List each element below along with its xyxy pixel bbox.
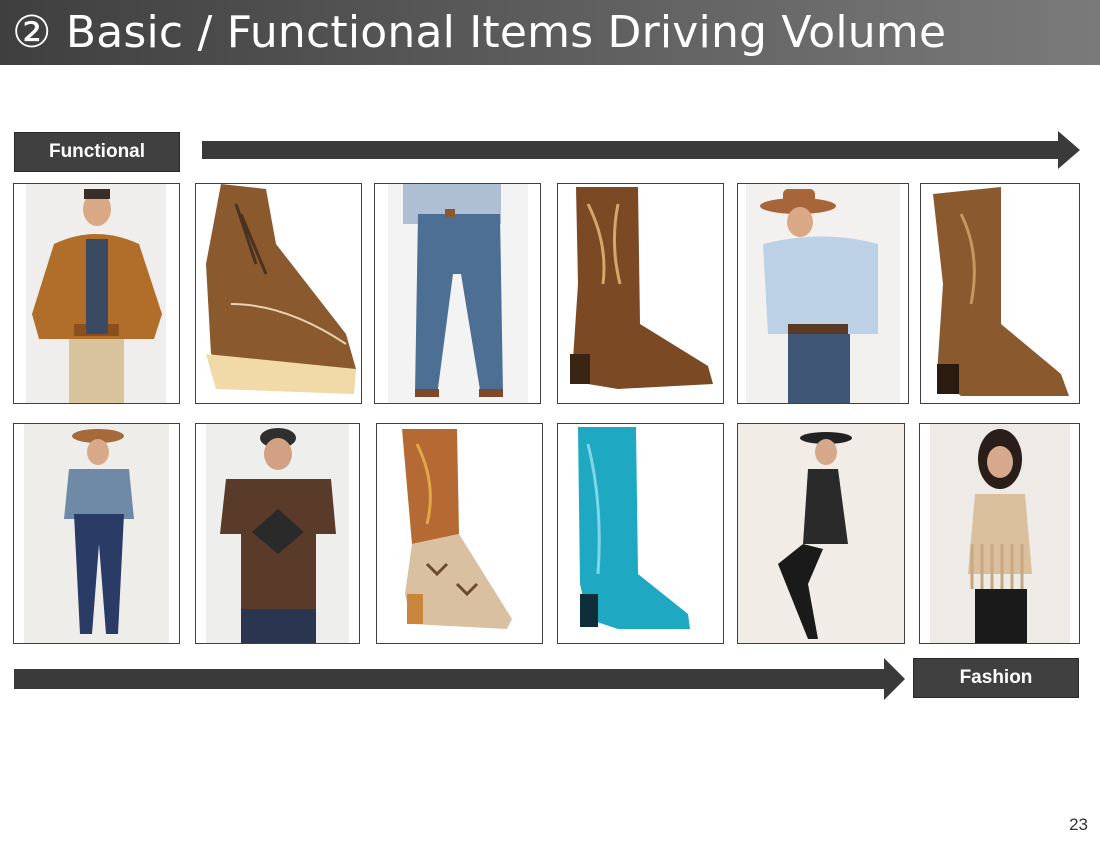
work-jacket-photo [13,183,180,404]
work-boot-photo [195,183,362,404]
page-number: 23 [1069,815,1088,834]
arrow-right-top [202,131,1080,169]
title-bar: ② Basic / Functional Items Driving Volum… [0,0,1100,65]
tall-brown-boot-photo [920,183,1080,404]
snakeskin-boot-photo [376,423,543,644]
brown-western-boot-photo [557,183,724,404]
arrow-right-bottom [14,658,905,700]
fringe-top-photo [919,423,1080,644]
cowboy-shirt-photo [737,183,909,404]
fashion-label: Fashion [913,658,1079,698]
functional-label: Functional [14,132,180,172]
page-title: ② Basic / Functional Items Driving Volum… [12,7,947,58]
turquoise-boot-photo [557,423,724,644]
denim-cowgirl-photo [13,423,180,644]
sequin-dress-photo [737,423,905,644]
jeans-photo [374,183,541,404]
graphic-tee-photo [195,423,360,644]
